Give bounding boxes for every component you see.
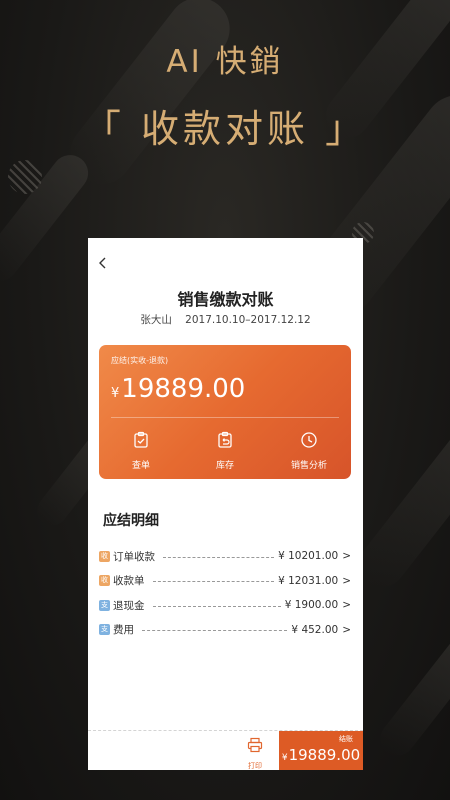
clipboard-check-icon — [134, 431, 148, 448]
clock-icon — [301, 432, 317, 448]
card-actions: 查单 库存 销售分析 — [99, 431, 351, 472]
dotted-leader — [152, 605, 281, 607]
checkout-total: ¥19889.00 — [279, 746, 363, 764]
row-name: 收款单 — [113, 575, 145, 588]
inventory-return-icon — [218, 431, 232, 448]
receipt-badge: 收 — [99, 575, 110, 587]
detail-list: 收 订单收款 ¥ 10201.00 > 收 收款单 ¥ 12031.00 > 支… — [99, 544, 351, 642]
card-label: 应结(实收-退款) — [111, 356, 169, 365]
query-order-button[interactable]: 查单 — [99, 431, 183, 472]
action-label: 销售分析 — [290, 461, 327, 471]
promo-tagline: 「 收款对账 」 — [82, 107, 368, 151]
inventory-button[interactable]: 库存 — [183, 431, 267, 472]
detail-row-cash-refund[interactable]: 支 退现金 ¥ 1900.00 > — [99, 593, 351, 618]
row-amount: ¥ 12031.00 — [278, 574, 339, 587]
row-name: 费用 — [113, 624, 134, 637]
print-button[interactable]: 打印 — [240, 737, 270, 770]
section-title: 应结明细 — [103, 513, 159, 529]
payment-badge: 支 — [99, 624, 110, 636]
print-label: 打印 — [248, 762, 262, 770]
row-amount: ¥ 452.00 — [291, 623, 339, 636]
bottom-bar: 打印 结账 ¥19889.00 — [88, 730, 363, 770]
currency-symbol: ¥ — [111, 386, 120, 401]
date-range: 2017.10.10–2017.12.12 — [185, 314, 311, 326]
chevron-left-icon — [99, 257, 106, 269]
chevron-right-icon: > — [342, 623, 351, 636]
detail-row-order-receipt[interactable]: 收 订单收款 ¥ 10201.00 > — [99, 544, 351, 569]
action-label: 查单 — [131, 461, 150, 471]
card-amount: ¥19889.00 — [111, 373, 245, 410]
payment-badge: 支 — [99, 599, 110, 611]
promo-headline: AI 快銷 — [166, 44, 284, 80]
amount-value: 19889.00 — [121, 374, 246, 404]
decor-streak — [350, 410, 450, 596]
row-name: 订单收款 — [113, 550, 155, 563]
back-button[interactable] — [98, 256, 112, 270]
chevron-right-icon: > — [342, 599, 351, 612]
dotted-leader — [152, 581, 275, 583]
sales-analysis-button[interactable]: 销售分析 — [267, 431, 351, 472]
detail-row-expense[interactable]: 支 费用 ¥ 452.00 > — [99, 618, 351, 643]
customer-name: 张大山 — [140, 314, 172, 326]
checkout-button[interactable]: 结账 ¥19889.00 — [279, 731, 363, 770]
currency-symbol: ¥ — [281, 753, 288, 763]
action-label: 库存 — [215, 461, 234, 471]
row-amount: ¥ 1900.00 — [284, 599, 339, 612]
card-divider — [111, 417, 339, 418]
chevron-right-icon: > — [342, 550, 351, 563]
detail-row-receipt-slip[interactable]: 收 收款单 ¥ 12031.00 > — [99, 569, 351, 594]
printer-icon — [247, 737, 263, 753]
phone-screen: 销售缴款对账 张大山 2017.10.10–2017.12.12 应结(实收-退… — [88, 238, 363, 770]
row-name: 退现金 — [113, 599, 145, 612]
checkout-label: 结账 — [339, 735, 353, 743]
total-amount: 19889.00 — [288, 746, 361, 764]
chevron-right-icon: > — [342, 574, 351, 587]
page-title: 销售缴款对账 — [177, 290, 274, 309]
row-amount: ¥ 10201.00 — [278, 550, 339, 563]
page-subtitle: 张大山 2017.10.10–2017.12.12 — [88, 312, 363, 327]
receipt-badge: 收 — [99, 550, 110, 562]
dotted-leader — [163, 556, 275, 558]
decor-stripe-circle — [8, 160, 42, 194]
dotted-leader — [142, 630, 288, 632]
summary-card: 应结(实收-退款) ¥19889.00 查单 库存 销售分析 — [99, 345, 351, 479]
decor-streak — [373, 631, 450, 763]
